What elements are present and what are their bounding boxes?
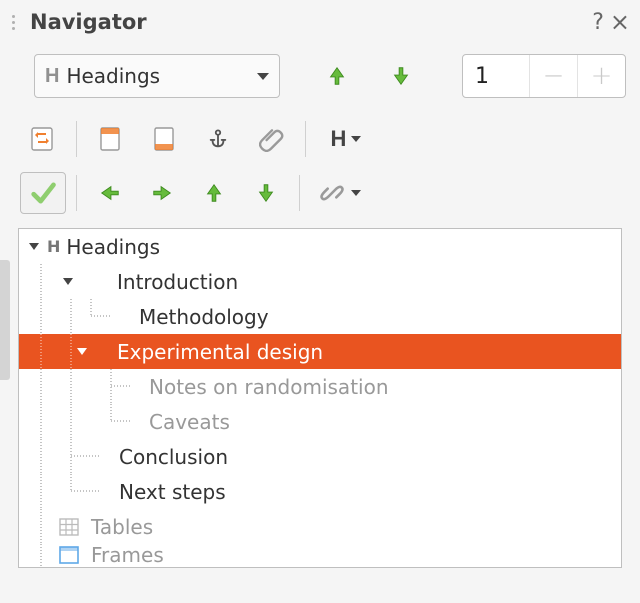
vertical-scroll-hint[interactable] <box>0 260 10 380</box>
headings-icon: H <box>45 65 58 88</box>
separator <box>305 121 306 157</box>
next-button[interactable] <box>384 59 418 93</box>
arrow-left-icon <box>99 182 121 204</box>
arrow-up-icon <box>203 182 225 204</box>
toolbar-row-1: H Headings 1 − + <box>0 44 640 112</box>
toggle-collapse[interactable] <box>27 243 41 250</box>
tree-category-tables[interactable]: Tables <box>19 509 621 544</box>
tree-label: Tables <box>85 515 153 539</box>
tree-label: Frames <box>85 544 164 566</box>
tree-label: Next steps <box>113 480 226 504</box>
chevron-down-icon <box>351 136 361 142</box>
separator <box>76 121 77 157</box>
window-title: Navigator <box>30 10 592 34</box>
tree-item-introduction[interactable]: Introduction <box>19 264 621 299</box>
tree-label: Caveats <box>143 410 230 434</box>
list-box-toggle-button[interactable] <box>20 172 66 214</box>
content-tree[interactable]: H Headings Introduction Methodology Expe… <box>18 228 622 568</box>
tree-category-frames[interactable]: Frames <box>19 544 621 566</box>
tree-line-icon <box>27 334 75 369</box>
set-reminder-footer-button[interactable] <box>141 118 187 160</box>
navigate-by-label: Headings <box>66 64 160 88</box>
anchor-icon <box>207 128 229 150</box>
heading-level-spinbox[interactable]: 1 − + <box>462 54 626 98</box>
frames-icon <box>59 546 79 564</box>
drag-grip-icon[interactable] <box>6 15 20 30</box>
tree-item-methodology[interactable]: Methodology <box>19 299 621 334</box>
toggle-collapse[interactable] <box>75 348 89 355</box>
tree-item-caveats[interactable]: Caveats <box>19 404 621 439</box>
toggle-collapse[interactable] <box>61 278 75 285</box>
toolbar-row-2: H <box>0 112 640 166</box>
heading-h-icon: H <box>331 126 346 152</box>
spinbox-plus-button[interactable]: + <box>577 55 625 97</box>
tree-label: Methodology <box>133 305 269 329</box>
tree-line-icon <box>27 404 143 439</box>
anchor-button[interactable] <box>195 118 241 160</box>
arrow-up-icon <box>326 65 348 87</box>
tree-line-icon <box>27 544 57 566</box>
drag-mode-button[interactable] <box>310 172 370 214</box>
tree-root-headings[interactable]: H Headings <box>19 229 621 264</box>
page-footer-icon <box>154 127 174 151</box>
navigate-by-dropdown[interactable]: H Headings <box>34 54 280 98</box>
move-chapter-up-button[interactable] <box>191 172 237 214</box>
tree-line-icon <box>27 264 61 299</box>
promote-level-button[interactable] <box>87 172 133 214</box>
set-reminder-button[interactable] <box>249 118 295 160</box>
tree-item-experimental-design[interactable]: Experimental design <box>19 334 621 369</box>
content-view-icon <box>30 126 56 152</box>
paperclip-icon <box>259 126 285 152</box>
tree-item-conclusion[interactable]: Conclusion <box>19 439 621 474</box>
toolbar-row-3 <box>0 166 640 220</box>
tree-label: Introduction <box>111 270 238 294</box>
tree-line-icon <box>27 509 57 544</box>
arrow-right-icon <box>151 182 173 204</box>
move-chapter-down-button[interactable] <box>243 172 289 214</box>
titlebar: Navigator ? × <box>0 0 640 44</box>
heading-levels-button[interactable]: H <box>316 118 376 160</box>
separator <box>76 175 77 211</box>
tree-label: Headings <box>60 235 160 259</box>
headings-icon: H <box>47 237 60 256</box>
tree-label: Notes on randomisation <box>143 375 389 399</box>
check-icon <box>29 179 57 207</box>
tables-icon <box>59 518 79 536</box>
previous-button[interactable] <box>320 59 354 93</box>
tree-item-next-steps[interactable]: Next steps <box>19 474 621 509</box>
tree-line-icon <box>27 299 123 334</box>
demote-level-button[interactable] <box>139 172 185 214</box>
separator <box>299 175 300 211</box>
spinbox-minus-button[interactable]: − <box>529 55 577 97</box>
arrow-down-icon <box>390 65 412 87</box>
tree-item-notes-randomisation[interactable]: Notes on randomisation <box>19 369 621 404</box>
help-button[interactable]: ? <box>592 10 604 35</box>
tree-line-icon <box>27 369 143 404</box>
page-header-icon <box>100 127 120 151</box>
chevron-down-icon <box>257 73 269 80</box>
tree-line-icon <box>27 439 113 474</box>
close-button[interactable]: × <box>610 10 630 34</box>
set-reminder-header-button[interactable] <box>87 118 133 160</box>
tree-label: Experimental design <box>111 340 323 364</box>
chain-link-icon <box>319 180 345 206</box>
arrow-down-icon <box>255 182 277 204</box>
tree-line-icon <box>27 474 113 509</box>
heading-level-value[interactable]: 1 <box>463 64 529 89</box>
content-view-toggle-button[interactable] <box>20 118 66 160</box>
chevron-down-icon <box>351 190 361 196</box>
tree-label: Conclusion <box>113 445 228 469</box>
